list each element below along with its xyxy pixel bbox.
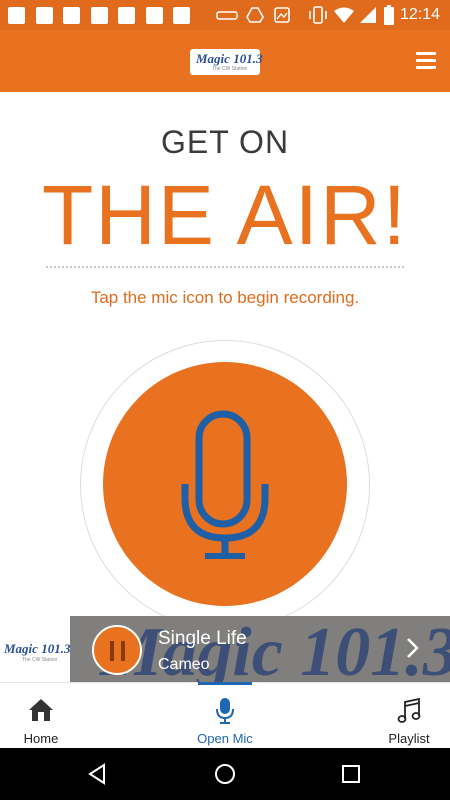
image-icon — [274, 7, 290, 23]
nav-item-open-mic[interactable]: Open Mic — [150, 683, 300, 749]
home-icon — [29, 699, 53, 721]
nav-item-home[interactable]: Home — [0, 683, 116, 749]
record-mic-button[interactable] — [103, 362, 347, 606]
hamburger-menu-icon[interactable] — [414, 50, 440, 72]
battery-icon — [384, 5, 394, 25]
pause-icon — [121, 641, 125, 661]
nav-item-playlist[interactable]: Playlist — [334, 683, 450, 749]
notification-icon — [173, 7, 190, 24]
np-logo-subtitle: The CW Station — [22, 657, 58, 663]
notification-icon — [36, 7, 53, 24]
nav-label-playlist: Playlist — [388, 731, 430, 746]
logo-subtitle: The CW Station — [212, 66, 248, 72]
music-note-icon — [397, 697, 421, 723]
now-playing-station-logo: Magic 101.3 The CW Station — [0, 616, 70, 682]
back-icon[interactable] — [84, 748, 112, 800]
drive-icon — [216, 11, 238, 20]
app-bar: Magic 101.3 The CW Station — [0, 30, 450, 92]
pause-button[interactable] — [92, 625, 142, 675]
wifi-icon — [334, 7, 354, 23]
nav-label-open-mic: Open Mic — [197, 731, 253, 746]
now-playing-bar[interactable]: Magic 101.3 Single Life Cameo — [70, 616, 450, 682]
heading-large: THE AIR! — [41, 168, 409, 262]
logo-text: Magic 101.3 — [196, 51, 263, 66]
notification-icon — [146, 7, 163, 24]
drive-icon — [246, 7, 264, 23]
station-logo[interactable]: Magic 101.3 The CW Station — [190, 49, 263, 75]
status-time: 12:14 — [399, 6, 440, 23]
nav-label-home: Home — [23, 731, 59, 746]
recents-icon[interactable] — [337, 748, 365, 800]
heading-small: GET ON — [160, 124, 290, 160]
notification-icon — [118, 7, 135, 24]
signal-icon — [360, 7, 376, 23]
now-playing-title: Single Life — [158, 628, 247, 649]
pause-icon — [110, 641, 114, 661]
microphone-icon — [216, 698, 234, 724]
status-bar: 12:14 — [0, 0, 450, 30]
chevron-right-icon[interactable] — [400, 636, 424, 660]
notification-icon — [63, 7, 80, 24]
np-logo-text: Magic 101.3 — [4, 641, 71, 656]
notification-icon — [8, 7, 25, 24]
now-playing-artist: Cameo — [158, 656, 210, 673]
bottom-nav: Home Open Mic Playlist — [0, 682, 450, 748]
instruction-text: Tap the mic icon to begin recording. — [90, 288, 360, 307]
system-nav-bar — [0, 748, 450, 800]
microphone-icon — [181, 410, 269, 559]
notification-icon — [91, 7, 108, 24]
dotted-divider — [46, 266, 404, 268]
vibrate-icon — [309, 6, 327, 24]
home-button-icon[interactable] — [211, 748, 239, 800]
active-tab-indicator — [198, 682, 252, 685]
